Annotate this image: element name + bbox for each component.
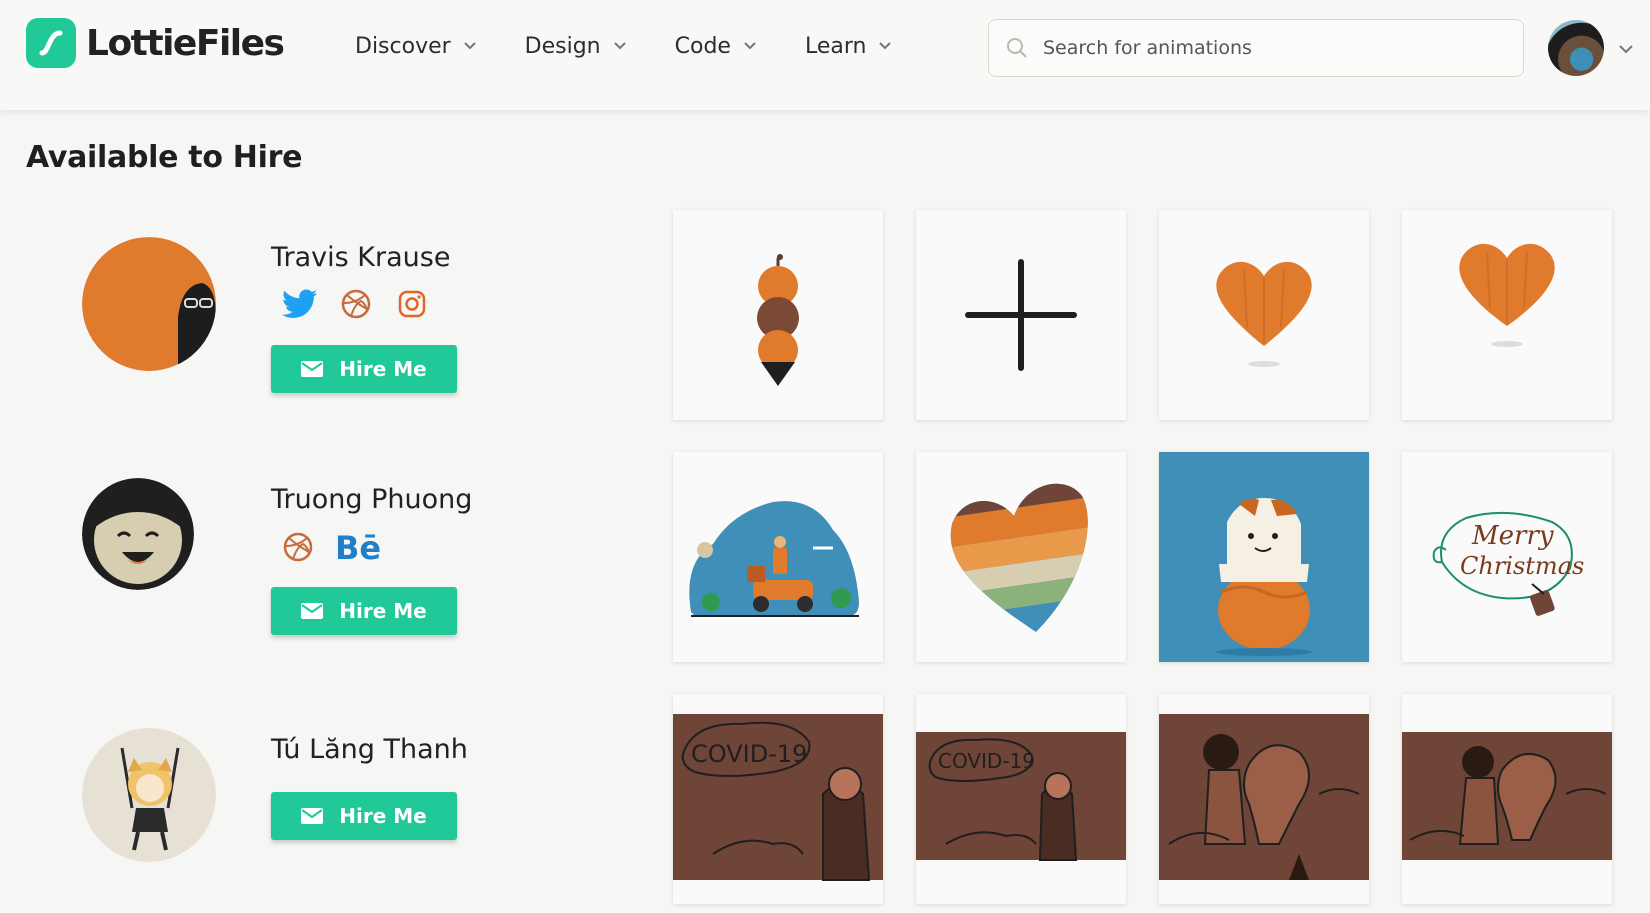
creator-name[interactable]: Tú Lăng Thanh (271, 734, 468, 765)
animation-thumbnail[interactable] (1159, 210, 1369, 420)
chevron-down-icon (463, 42, 476, 50)
mail-icon (301, 361, 324, 377)
creator-name[interactable]: Truong Phuong (271, 484, 472, 515)
hire-me-button[interactable]: Hire Me (271, 587, 457, 635)
hire-me-button[interactable]: Hire Me (271, 792, 457, 840)
lottiefiles-logo-icon (26, 18, 76, 68)
user-avatar[interactable] (1548, 20, 1604, 76)
dribbble-icon[interactable] (336, 284, 376, 324)
section-title: Available to Hire (26, 140, 303, 175)
chevron-down-icon[interactable] (1618, 44, 1634, 54)
creator-avatar[interactable] (82, 237, 216, 371)
svg-text:COVID-19: COVID-19 (938, 749, 1035, 773)
svg-text:COVID-19: COVID-19 (691, 740, 807, 768)
animation-thumbnail[interactable] (1402, 694, 1612, 904)
social-links (280, 284, 448, 324)
nav-learn[interactable]: Learn (805, 30, 893, 62)
svg-text:Merry: Merry (1471, 521, 1554, 551)
social-links: Bē (278, 527, 400, 567)
hire-me-label: Hire Me (339, 804, 427, 828)
animation-thumbnail[interactable] (1159, 452, 1369, 662)
chevron-down-icon (613, 42, 626, 50)
nav-code-label: Code (674, 33, 731, 59)
animation-thumbnail[interactable]: Merry Christmas (1402, 452, 1612, 662)
animation-thumbnail[interactable] (1159, 694, 1369, 904)
animation-thumbnail[interactable] (916, 452, 1126, 662)
hire-me-label: Hire Me (339, 599, 427, 623)
creator-name[interactable]: Travis Krause (271, 242, 450, 273)
search-icon (1007, 38, 1027, 58)
mail-icon (301, 603, 324, 619)
nav-learn-label: Learn (804, 33, 867, 59)
nav-discover[interactable]: Discover (355, 30, 477, 62)
animation-thumbnail[interactable] (673, 452, 883, 662)
instagram-icon[interactable] (392, 284, 432, 324)
svg-text:Christmas: Christmas (1460, 552, 1584, 580)
nav-code[interactable]: Code (675, 30, 757, 62)
svg-text:Bē: Bē (335, 531, 381, 563)
hire-me-label: Hire Me (339, 357, 427, 381)
animation-thumbnail[interactable]: COVID-19 (916, 694, 1126, 904)
chevron-down-icon (744, 42, 756, 50)
nav-discover-label: Discover (355, 33, 451, 59)
creator-avatar[interactable] (82, 728, 216, 862)
nav-design-label: Design (524, 33, 601, 59)
search-bar[interactable] (988, 19, 1524, 77)
brand-name: LottieFiles (86, 22, 285, 64)
main-nav: Discover Design Code Learn (355, 30, 940, 62)
animation-thumbnail[interactable] (916, 210, 1126, 420)
behance-icon[interactable]: Bē (334, 527, 384, 567)
top-navbar: LottieFiles Discover Design Code Learn (0, 0, 1650, 110)
dribbble-icon[interactable] (278, 527, 318, 567)
search-input[interactable] (1043, 37, 1503, 59)
animation-thumbnail[interactable] (673, 210, 883, 420)
brand-logo[interactable]: LottieFiles (26, 18, 285, 68)
twitter-icon[interactable] (280, 284, 320, 324)
creator-avatar[interactable] (82, 478, 194, 590)
nav-design[interactable]: Design (525, 30, 627, 62)
chevron-down-icon (879, 42, 892, 50)
animation-thumbnail[interactable]: COVID-19 (673, 694, 883, 904)
mail-icon (301, 808, 324, 824)
hire-me-button[interactable]: Hire Me (271, 345, 457, 393)
animation-thumbnail[interactable] (1402, 210, 1612, 420)
